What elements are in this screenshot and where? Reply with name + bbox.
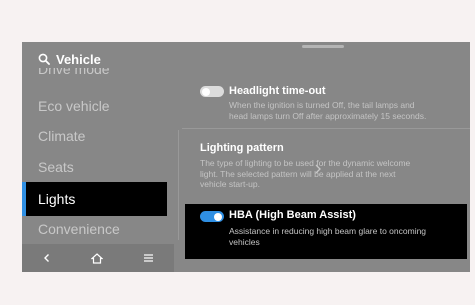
menu-icon[interactable] <box>143 253 154 263</box>
search-icon <box>38 53 50 65</box>
settings-panel: Headlight time-out When the ignition is … <box>178 42 470 272</box>
sidebar-item-label: Seats <box>38 159 74 175</box>
sidebar-item-drive-mode[interactable]: Drive mode <box>22 68 174 84</box>
setting-description: When the ignition is turned Off, the tai… <box>229 100 426 121</box>
setting-description-line: When the ignition is turned Off, the tai… <box>229 100 415 110</box>
setting-description: The type of lighting to be used for the … <box>200 158 410 190</box>
sidebar-item-convenience[interactable]: Convenience <box>22 214 174 244</box>
sidebar-item-lights[interactable]: Lights <box>22 182 167 216</box>
setting-title: Headlight time-out <box>229 85 326 97</box>
sidebar-item-label: Lights <box>38 191 76 207</box>
divider <box>182 128 470 129</box>
setting-title: HBA (High Beam Assist) <box>229 209 356 221</box>
sidebar-item-label: Drive mode <box>38 68 110 77</box>
divider <box>178 130 179 240</box>
sidebar-item-seats[interactable]: Seats <box>22 152 174 182</box>
sidebar-item-eco-vehicle[interactable]: Eco vehicle <box>22 91 174 121</box>
toggle-knob <box>214 212 222 221</box>
toggle-knob <box>202 87 210 96</box>
vehicle-settings-screen: Vehicle Drive mode Eco vehicle Climate S… <box>22 42 470 272</box>
setting-description-line: vehicles <box>229 236 260 247</box>
hba-toggle[interactable] <box>200 211 224 222</box>
sidebar-item-label: Convenience <box>38 221 120 237</box>
sidebar: Vehicle Drive mode Eco vehicle Climate S… <box>22 42 174 272</box>
setting-description-line: The type of lighting to be used for the … <box>200 158 411 168</box>
back-icon[interactable] <box>42 253 52 263</box>
setting-description-line: light. The selected pattern will be appl… <box>200 168 396 179</box>
page-title: Vehicle <box>56 51 101 67</box>
setting-description-line: vehicle start-up. <box>200 179 260 189</box>
hba-setting[interactable]: HBA (High Beam Assist) Assistance in red… <box>185 204 467 259</box>
setting-description-line: Assistance in reducing high beam glare t… <box>229 226 427 236</box>
sidebar-item-climate[interactable]: Climate <box>22 121 174 151</box>
sidebar-item-label: Eco vehicle <box>38 98 110 114</box>
home-icon[interactable] <box>91 252 104 264</box>
chevron-right-icon[interactable] <box>314 162 322 180</box>
setting-title: Lighting pattern <box>200 142 284 154</box>
headlight-timeout-toggle[interactable] <box>200 86 224 97</box>
setting-description: Assistance in reducing high beam glare t… <box>229 226 426 247</box>
setting-description-line: head lamps turn Off after approximately … <box>229 110 427 121</box>
search-header[interactable]: Vehicle <box>38 50 101 68</box>
bottom-nav-bar <box>22 244 174 272</box>
sidebar-item-label: Climate <box>38 128 86 144</box>
